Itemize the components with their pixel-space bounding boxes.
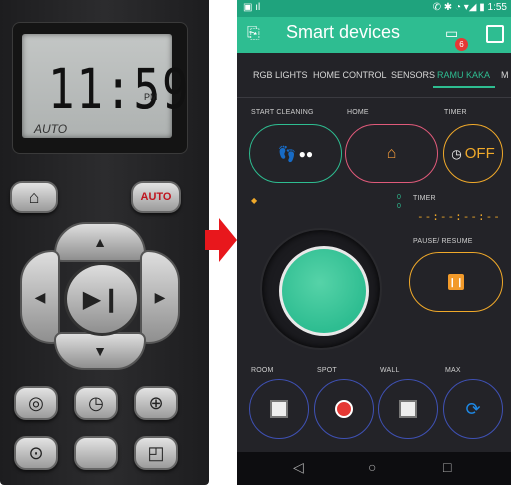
max-button[interactable]: ⟳ <box>443 379 503 439</box>
lcd-time: 11:59 <box>48 58 191 122</box>
target-icon <box>335 400 353 418</box>
remote-corner-button: ◰ <box>134 436 178 470</box>
status-right: ✆ ✱ ◔ ▾◢ ▮ 1:55 <box>432 2 507 13</box>
crosshair-icon: ⊕ <box>148 392 164 413</box>
corner-icon: ◰ <box>147 442 165 463</box>
bird-icon: ◆ <box>251 196 258 205</box>
remote-right-button: ▶ <box>140 250 180 344</box>
pause-resume-label: PAUSE/ RESUME <box>413 238 473 245</box>
phone-screen: ▣ ıl ✆ ✱ ◔ ▾◢ ▮ 1:55 ⎘ Smart devices ▭ 6… <box>237 0 511 485</box>
remote-target-button: ⊕ <box>134 386 178 420</box>
joystick-handle[interactable] <box>279 246 369 336</box>
home-button[interactable]: ⌂ <box>345 124 438 183</box>
arrow-right-icon <box>205 218 237 262</box>
robot-remote-photo: 11:59 PM AUTO ⌂ AUTO ▲ ◀ ▶ ▼ ▶❙ ◎ ◷ ⊕ ⊙ … <box>0 0 209 485</box>
wall-button[interactable] <box>378 379 438 439</box>
stop-icon[interactable] <box>486 25 504 43</box>
remote-zoom-button: ⊙ <box>14 436 58 470</box>
home-label: HOME <box>347 109 369 116</box>
tab-home-control[interactable]: HOME CONTROL <box>313 70 387 80</box>
status-bar: ▣ ıl ✆ ✱ ◔ ▾◢ ▮ 1:55 <box>237 0 511 17</box>
remote-dpad: ▲ ◀ ▶ ▼ ▶❙ <box>20 222 180 370</box>
spin-icon: ⟳ <box>465 398 481 419</box>
app-bar: ⎘ Smart devices ▭ 6 <box>237 17 511 53</box>
value-zero-1: 0 <box>397 194 401 201</box>
value-zero-2: 0 <box>397 203 401 210</box>
timer-label: TIMER <box>444 109 467 116</box>
divider <box>237 97 511 98</box>
tab-ramu-kaka[interactable]: RAMU KAKA <box>437 70 490 80</box>
wall-label: WALL <box>380 367 400 374</box>
tab-bar: RGB LIGHTS HOME CONTROL SENSORS RAMU KAK… <box>237 62 511 92</box>
home-icon: ⌂ <box>386 144 397 162</box>
clock-icon: ◷ <box>88 392 104 413</box>
remote-spot-button: ◎ <box>14 386 58 420</box>
zoom-icon: ⊙ <box>28 442 44 463</box>
remote-clock-button: ◷ <box>74 386 118 420</box>
square-icon <box>399 400 417 418</box>
play-pause-icon: ▶❙ <box>82 285 122 313</box>
remote-play-pause-button: ▶❙ <box>64 262 140 336</box>
start-cleaning-button[interactable]: 👣 ●● <box>249 124 342 183</box>
spot-label: SPOT <box>317 367 337 374</box>
stopwatch-icon: ◷ <box>451 146 462 161</box>
timer-display-label: TIMER <box>413 195 436 202</box>
arrow-up-icon: ▲ <box>93 234 107 250</box>
tab-more[interactable]: M <box>501 70 509 80</box>
remote-home-button: ⌂ <box>10 181 58 213</box>
nav-bar: ◁ ○ □ <box>237 452 511 485</box>
spot-button[interactable] <box>314 379 374 439</box>
tab-sensors[interactable]: SENSORS <box>391 70 435 80</box>
arrow-down-icon: ▼ <box>93 343 107 359</box>
arrow-left-icon: ◀ <box>34 288 46 305</box>
eyes-icon: ●● <box>298 146 314 161</box>
active-tab-indicator <box>433 86 495 88</box>
tab-rgb-lights[interactable]: RGB LIGHTS <box>253 70 308 80</box>
back-icon[interactable]: ◁ <box>293 459 304 476</box>
home-nav-icon[interactable]: ○ <box>368 459 376 475</box>
lcd-pm: PM <box>144 92 158 102</box>
remote-blank-button <box>74 436 118 470</box>
status-time: 1:55 <box>487 2 507 13</box>
remote-left-button: ◀ <box>20 250 60 344</box>
timer-button[interactable]: ◷ OFF <box>443 124 503 183</box>
app-title: Smart devices <box>286 22 401 42</box>
home-icon: ⌂ <box>28 186 40 207</box>
arrow-right-icon: ▶ <box>154 288 166 305</box>
project-icon[interactable]: ⎘ <box>247 25 267 45</box>
lcd-mode: AUTO <box>34 122 68 136</box>
spot-icon: ◎ <box>28 392 44 413</box>
remote-auto-button: AUTO <box>131 181 181 213</box>
recents-icon[interactable]: □ <box>443 459 451 475</box>
room-label: ROOM <box>251 367 274 374</box>
remote-down-button: ▼ <box>54 332 146 370</box>
notification-badge: 6 <box>455 38 468 51</box>
notification-icons: ▣ ıl <box>243 2 261 13</box>
pause-resume-button[interactable]: ❙❙ <box>409 252 503 312</box>
timer-display-value: --:--:--:-- <box>417 210 501 223</box>
square-icon <box>270 400 288 418</box>
start-cleaning-label: START CLEANING <box>251 109 314 116</box>
timer-off-text: OFF <box>464 145 495 162</box>
footsteps-icon: 👣 <box>277 145 297 163</box>
remote-up-button: ▲ <box>54 222 146 262</box>
room-button[interactable] <box>249 379 309 439</box>
max-label: MAX <box>445 367 461 374</box>
pause-icon: ❙❙ <box>448 274 464 290</box>
